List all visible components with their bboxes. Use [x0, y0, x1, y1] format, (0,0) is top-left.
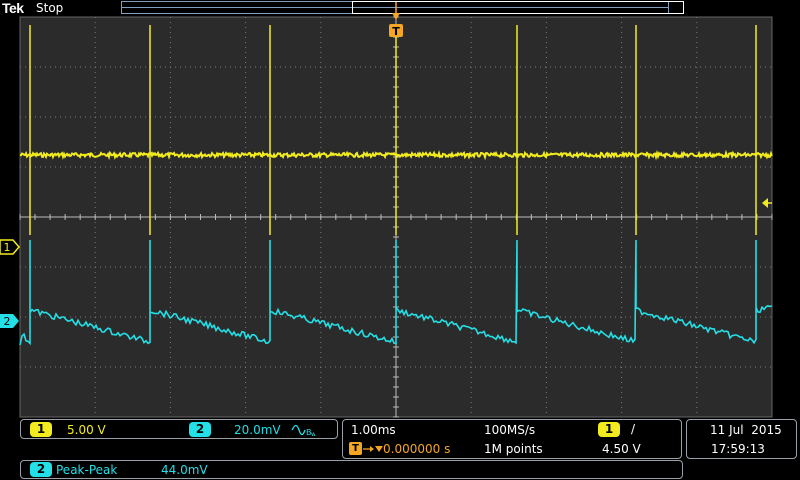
channel-2-marker-label: 2 [4, 315, 11, 328]
measurement-value: 44.0mV [161, 463, 208, 477]
time: 17:59:13 [711, 442, 765, 456]
channel-1-scale[interactable]: 5.00 V [67, 423, 106, 437]
record-length: 1M points [484, 442, 543, 456]
measurement-type: Peak-Peak [56, 463, 118, 477]
trigger-position[interactable]: 0.000000 s [383, 442, 450, 456]
time-per-div[interactable]: 1.00ms [351, 423, 396, 437]
channel-1-badge[interactable]: 1 [30, 422, 52, 437]
trigger-position-icon: T [349, 442, 362, 455]
channel-1-ground-marker[interactable]: 1 [0, 239, 20, 255]
channel-2-scale[interactable]: 20.0mV [234, 423, 281, 437]
measurement-panel[interactable]: 2 Peak-Peak 44.0mV [20, 460, 683, 479]
timebase-panel[interactable]: 1.00ms 100MS/s 1 / T 0.000000 s 1M point… [342, 419, 682, 459]
trigger-level[interactable]: 4.50 V [602, 442, 641, 456]
channel-2-badge[interactable]: 2 [189, 422, 211, 437]
trigger-source-badge[interactable]: 1 [598, 422, 620, 437]
datetime-panel: 11 Jul 2015 17:59:13 [686, 419, 797, 459]
measurement-channel-badge[interactable]: 2 [30, 462, 52, 477]
channel-scale-panel: 1 5.00 V 2 20.0mV B w [20, 419, 338, 439]
scope-display: T 1 2 [0, 2, 773, 418]
channel-1-marker-label: 1 [4, 241, 11, 254]
bandwidth-limit-icon: B w [291, 424, 315, 437]
sample-rate: 100MS/s [484, 423, 536, 437]
channel-2-ground-marker[interactable]: 2 [0, 314, 19, 328]
date: 11 Jul 2015 [710, 423, 782, 437]
trigger-slope[interactable]: / [631, 422, 635, 436]
delay-arrow-icon [363, 446, 383, 452]
trigger-marker-label: T [392, 25, 400, 38]
svg-text:w: w [311, 431, 315, 437]
